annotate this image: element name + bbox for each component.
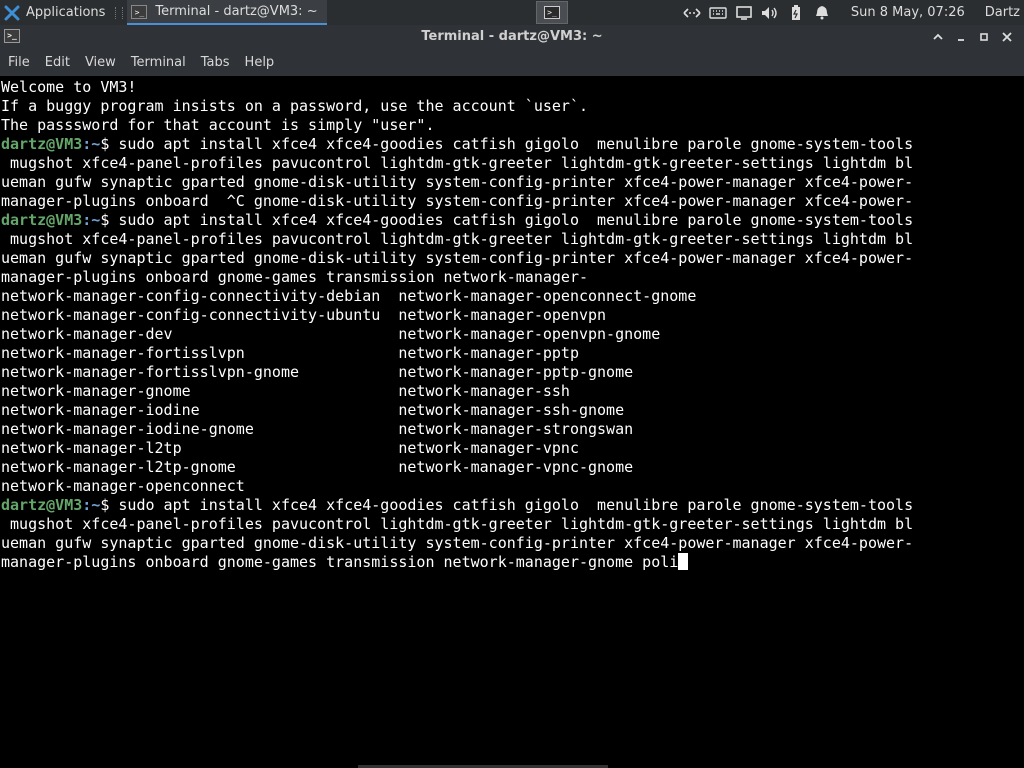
current-input: manager-plugins onboard gnome-games tran… (1, 553, 679, 571)
completion-line: network-manager-iodine network-manager-s… (1, 401, 625, 419)
prompt-user: dartz@VM3 (1, 135, 83, 153)
terminal-line: mugshot xfce4-panel-profiles pavucontrol… (1, 154, 914, 172)
applications-label: Applications (26, 5, 106, 20)
taskbar-terminal-button[interactable]: >_ Terminal - dartz@VM3: ~ (127, 0, 328, 25)
terminal-line: The passsword for that account is simply… (1, 116, 435, 134)
terminal-line: dartz@VM3:~$ sudo apt install xfce4 xfce… (1, 211, 1011, 230)
terminal-icon: >_ (131, 4, 148, 19)
terminal-line: Welcome to VM3! (1, 78, 137, 96)
completion-line: network-manager-config-connectivity-debi… (1, 287, 697, 305)
notifications-bell-icon[interactable] (811, 0, 833, 25)
prompt-path: :~ (82, 496, 101, 514)
terminal-line: dartz@VM3:~$ sudo apt install xfce4 xfce… (1, 496, 1011, 515)
prompt-path: :~ (82, 135, 101, 153)
menu-edit[interactable]: Edit (45, 55, 70, 70)
terminal-line: manager-plugins onboard gnome-games tran… (1, 553, 1011, 572)
terminal-line: ueman gufw synaptic gparted gnome-disk-u… (1, 534, 914, 552)
vertical-scrollbar[interactable] (1014, 76, 1024, 768)
network-icon[interactable] (681, 0, 703, 25)
terminal-line: ueman gufw synaptic gparted gnome-disk-u… (1, 173, 914, 191)
command-text: $ sudo apt install xfce4 xfce4-goodies c… (100, 135, 914, 153)
completion-line: network-manager-fortisslvpn network-mana… (1, 344, 579, 362)
command-text: $ sudo apt install xfce4 xfce4-goodies c… (100, 496, 914, 514)
completion-line: network-manager-gnome network-manager-ss… (1, 382, 570, 400)
window-titlebar[interactable]: >_ Terminal - dartz@VM3: ~ (0, 25, 1024, 49)
terminal-window: >_ Terminal - dartz@VM3: ~ File Edit Vie… (0, 25, 1024, 768)
prompt-user: dartz@VM3 (1, 496, 83, 514)
menu-terminal[interactable]: Terminal (131, 55, 186, 70)
keyboard-icon[interactable] (707, 0, 729, 25)
terminal-line: mugshot xfce4-panel-profiles pavucontrol… (1, 515, 914, 533)
completion-line: network-manager-openconnect (1, 477, 245, 495)
display-icon[interactable] (733, 0, 755, 25)
terminal-line: dartz@VM3:~$ sudo apt install xfce4 xfce… (1, 135, 1011, 154)
completion-line: network-manager-l2tp-gnome network-manag… (1, 458, 634, 476)
scrollbar-thumb[interactable] (1018, 76, 1024, 276)
battery-icon[interactable] (785, 0, 807, 25)
terminal-line: If a buggy program insists on a password… (1, 97, 588, 115)
volume-icon[interactable] (759, 0, 781, 25)
xfce-logo-icon (4, 5, 20, 20)
close-icon (1001, 32, 1012, 42)
terminal-launcher-icon: >_ (544, 6, 560, 19)
chevron-up-icon (932, 33, 943, 40)
menu-help[interactable]: Help (245, 55, 275, 70)
menu-view[interactable]: View (85, 55, 116, 70)
shade-button[interactable] (926, 25, 949, 49)
completion-line: network-manager-fortisslvpn-gnome networ… (1, 363, 634, 381)
minimize-icon (957, 39, 964, 41)
prompt-path: :~ (82, 211, 101, 229)
terminal-line: manager-plugins onboard gnome-games tran… (1, 268, 588, 286)
terminal-line: mugshot xfce4-panel-profiles pavucontrol… (1, 230, 914, 248)
menu-file[interactable]: File (8, 55, 30, 70)
completion-line: network-manager-dev network-manager-open… (1, 325, 661, 343)
text-cursor (678, 553, 689, 570)
panel-separator-handle[interactable] (115, 6, 124, 19)
close-button[interactable] (995, 25, 1018, 49)
top-panel: Applications >_ Terminal - dartz@VM3: ~ … (0, 0, 1024, 25)
taskbar-terminal-label: Terminal - dartz@VM3: ~ (155, 4, 318, 19)
completion-line: network-manager-l2tp network-manager-vpn… (1, 439, 579, 457)
maximize-icon (979, 33, 988, 41)
command-text: $ sudo apt install xfce4 xfce4-goodies c… (100, 211, 914, 229)
terminal-line: manager-plugins onboard ^C gnome-disk-ut… (1, 192, 914, 210)
terminal-launcher-button[interactable]: >_ (536, 1, 568, 24)
window-title: Terminal - dartz@VM3: ~ (421, 29, 603, 44)
terminal-line: ueman gufw synaptic gparted gnome-disk-u… (1, 249, 914, 267)
menu-tabs[interactable]: Tabs (201, 55, 230, 70)
completion-line: network-manager-iodine-gnome network-man… (1, 420, 634, 438)
minimize-button[interactable] (949, 25, 972, 49)
applications-menu-button[interactable]: Applications (0, 0, 109, 25)
maximize-button[interactable] (972, 25, 995, 49)
terminal-output-area[interactable]: Welcome to VM3! If a buggy program insist… (0, 76, 1024, 768)
terminal-text: Welcome to VM3! If a buggy program insist… (1, 78, 1011, 572)
prompt-user: dartz@VM3 (1, 211, 83, 229)
clock[interactable]: Sun 8 May, 07:26 (851, 5, 965, 20)
menubar: File Edit View Terminal Tabs Help (0, 49, 1024, 76)
user-menu[interactable]: Dartz (985, 5, 1020, 20)
completion-line: network-manager-config-connectivity-ubun… (1, 306, 607, 324)
